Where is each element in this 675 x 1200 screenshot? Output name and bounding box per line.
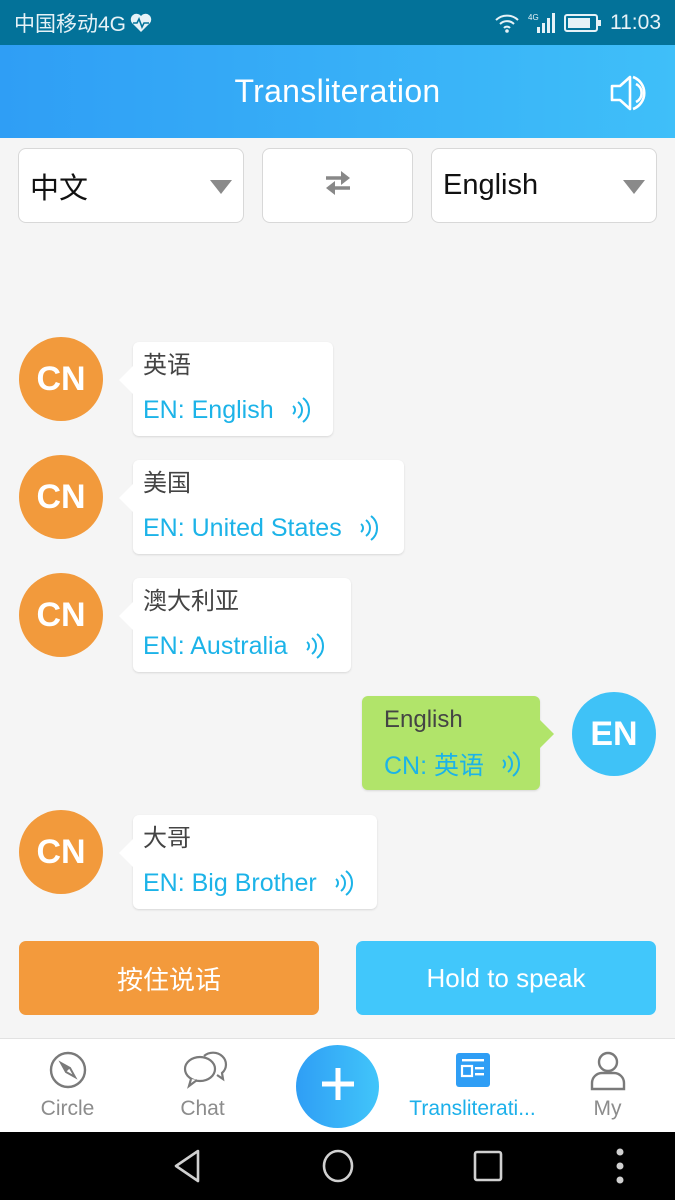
tab-label: Transliterati... (409, 1097, 536, 1120)
message-item: CN 大哥 EN: Big Brother (0, 810, 675, 910)
add-button[interactable] (296, 1045, 379, 1128)
page-title: Transliteration (234, 73, 441, 109)
sound-wave-icon (358, 513, 380, 543)
tab-label: My (593, 1097, 622, 1120)
translation-play-button[interactable]: CN: 英语 (384, 740, 530, 788)
system-navigation-bar (0, 1132, 675, 1200)
source-language-dropdown[interactable]: 中文 (18, 148, 244, 223)
sound-wave-icon (333, 868, 355, 898)
tab-chat[interactable]: Chat (135, 1039, 270, 1133)
translation-text: EN: Big Brother (143, 868, 317, 897)
translation-play-button[interactable]: EN: English (143, 386, 323, 434)
home-button[interactable] (318, 1146, 358, 1186)
source-text: 澳大利亚 (143, 588, 239, 615)
translation-play-button[interactable]: EN: Big Brother (143, 859, 367, 907)
wifi-icon (494, 13, 520, 33)
person-icon (587, 1049, 629, 1091)
sound-wave-icon (290, 395, 312, 425)
source-text: 英语 (143, 352, 191, 379)
avatar: EN (572, 692, 656, 776)
app-bar: Transliteration (0, 45, 675, 138)
source-text: English (384, 706, 463, 733)
source-language-label: 中文 (30, 172, 89, 205)
chevron-down-icon (210, 180, 232, 194)
clock: 11:03 (610, 10, 661, 34)
chat-bubbles-icon (182, 1049, 227, 1091)
translation-play-button[interactable]: EN: Australia (143, 622, 341, 670)
tab-label: Chat (180, 1097, 225, 1120)
message-item: CN 英语 EN: English (0, 337, 675, 437)
avatar: CN (19, 810, 103, 894)
sound-wave-icon (304, 631, 326, 661)
svg-text:4G: 4G (528, 13, 539, 22)
tab-circle[interactable]: Circle (0, 1039, 135, 1133)
sound-wave-icon (500, 749, 522, 779)
target-language-label: English (443, 169, 539, 201)
message-item: CN 澳大利亚 EN: Australia (0, 573, 675, 673)
recents-button[interactable] (468, 1146, 508, 1186)
tab-transliteration[interactable]: Transliterati... (405, 1039, 540, 1133)
tab-label: Circle (40, 1097, 95, 1120)
message-bubble: 澳大利亚 EN: Australia (119, 578, 351, 672)
chevron-down-icon (623, 180, 645, 194)
avatar: CN (19, 337, 103, 421)
message-bubble: 美国 EN: United States (119, 460, 404, 554)
translation-text: EN: Australia (143, 631, 288, 660)
tab-my[interactable]: My (540, 1039, 675, 1133)
battery-icon (564, 13, 602, 33)
cellular-signal-icon: 4G (528, 12, 556, 34)
source-text: 大哥 (143, 825, 191, 852)
plus-icon (320, 1066, 356, 1107)
message-item: English CN: 英语 EN (0, 692, 675, 792)
heart-rate-icon (130, 13, 152, 33)
translation-text: EN: English (143, 395, 274, 424)
swap-arrows-icon (323, 169, 353, 202)
translation-text: CN: 英语 (384, 752, 485, 780)
avatar: CN (19, 455, 103, 539)
compass-icon (47, 1049, 89, 1091)
avatar: CN (19, 573, 103, 657)
hold-to-speak-english-button[interactable]: Hold to speak (356, 941, 656, 1015)
translation-play-button[interactable]: EN: United States (143, 504, 394, 552)
message-item: CN 美国 EN: United States (0, 455, 675, 555)
back-button[interactable] (168, 1146, 208, 1186)
source-text: 美国 (143, 470, 191, 497)
message-bubble: 英语 EN: English (119, 342, 333, 436)
hold-to-speak-chinese-button[interactable]: 按住说话 (19, 941, 319, 1015)
more-options-icon[interactable] (600, 1146, 640, 1186)
carrier-label: 中国移动4G (14, 12, 127, 36)
transliteration-card-icon (452, 1049, 494, 1091)
message-bubble: 大哥 EN: Big Brother (119, 815, 377, 909)
message-bubble: English CN: 英语 (362, 696, 554, 790)
swap-languages-button[interactable] (262, 148, 413, 223)
language-selector: 中文 English (18, 148, 657, 223)
target-language-dropdown[interactable]: English (431, 148, 657, 223)
translation-text: EN: United States (143, 513, 342, 542)
speaker-icon[interactable] (609, 73, 653, 113)
status-bar: 中国移动4G 4G 11:03 (0, 0, 675, 45)
